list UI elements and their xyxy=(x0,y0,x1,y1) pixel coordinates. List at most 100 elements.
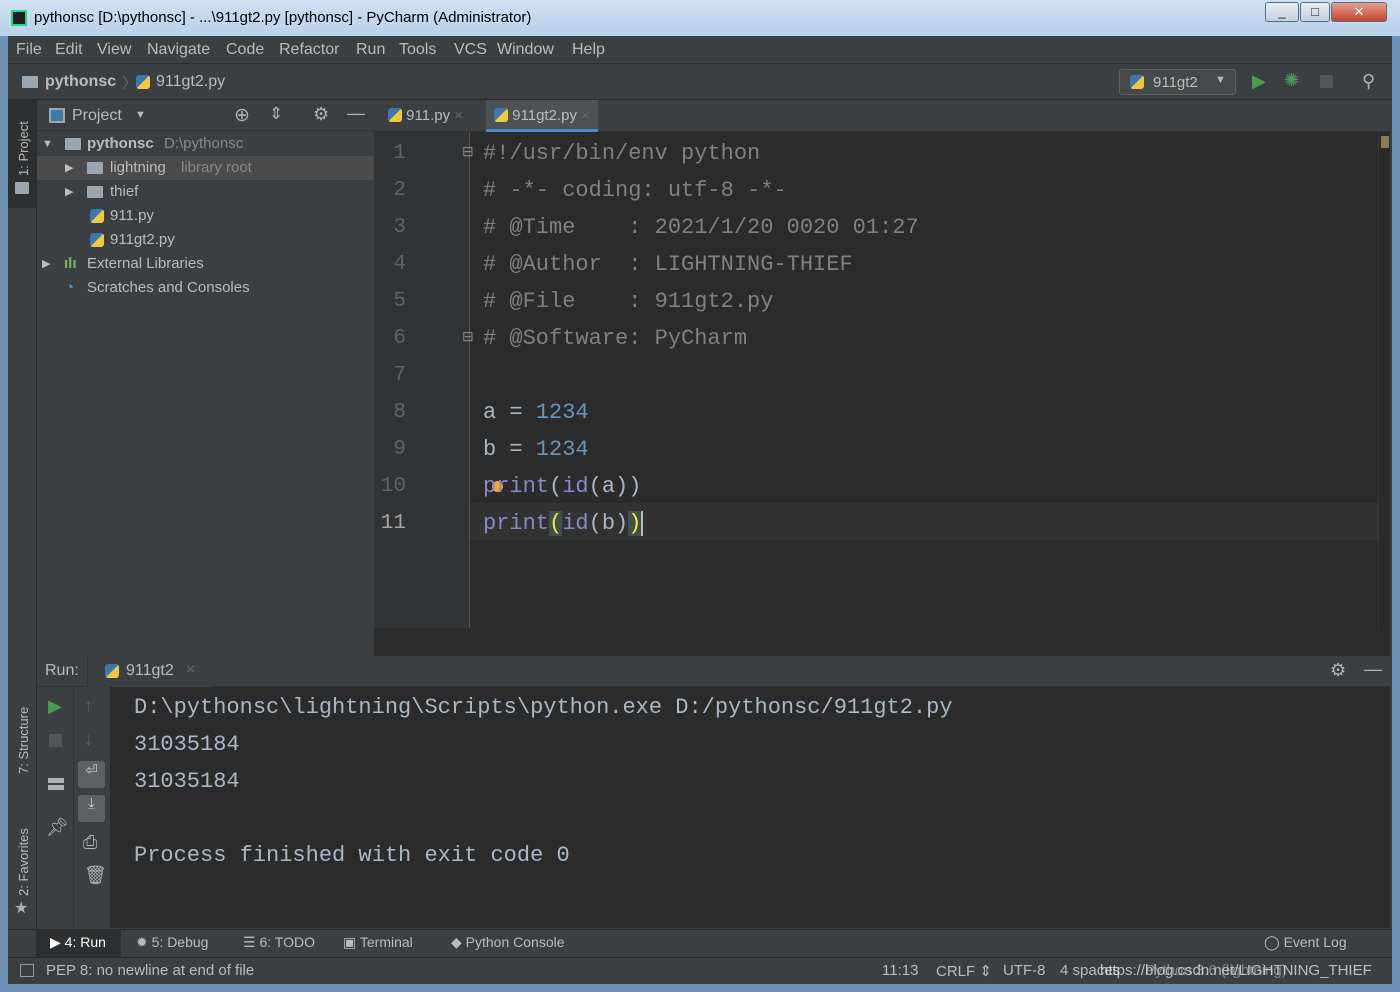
favorites-tool-tab[interactable]: 2: Favorites ★ xyxy=(8,820,36,920)
stop-button[interactable] xyxy=(49,734,62,747)
gear-icon[interactable]: ⚙ xyxy=(1330,660,1346,681)
project-tool-tab[interactable]: 1: Project xyxy=(8,100,36,208)
tool-tab-run[interactable]: ▶ 4: Run xyxy=(50,934,106,951)
line-separator-label: CRLF xyxy=(936,963,976,980)
tool-tab-todo[interactable]: ☰ 6: TODO xyxy=(243,934,315,951)
structure-tool-tab[interactable]: 7: Structure xyxy=(8,700,36,800)
menu-edit[interactable]: Edit xyxy=(55,41,83,59)
collapsed-arrow-icon[interactable]: ▶ xyxy=(65,156,73,180)
up-arrow-icon[interactable]: ↑ xyxy=(84,695,93,716)
menu-view[interactable]: View xyxy=(97,41,131,59)
collapsed-arrow-icon[interactable]: ▶ xyxy=(65,180,73,204)
close-window-button[interactable]: ✕ xyxy=(1331,2,1387,22)
menu-help[interactable]: Help xyxy=(572,41,605,59)
tool-tab-python-console[interactable]: ◆ Python Console xyxy=(451,934,565,951)
scroll-to-end-toggle[interactable]: ⤓ xyxy=(78,795,105,822)
line-number: 7 xyxy=(393,364,406,387)
token: id xyxy=(562,511,589,536)
trash-icon[interactable]: 🗑︎ xyxy=(84,865,107,886)
print-icon[interactable]: ⎙ xyxy=(83,832,97,853)
tree-label: lightning xyxy=(110,159,166,176)
console-line: 31035184 xyxy=(134,732,240,757)
line-number: 4 xyxy=(393,253,406,276)
code-line: a = 1234 xyxy=(483,394,589,431)
collapse-all-icon[interactable]: ⇕ xyxy=(269,104,283,124)
tree-item-911py[interactable]: 911.py xyxy=(37,204,374,228)
fold-marker-icon[interactable]: ⊟ xyxy=(462,143,474,160)
collapsed-arrow-icon[interactable]: ▶ xyxy=(42,252,50,276)
menu-code[interactable]: Code xyxy=(226,41,264,59)
soft-wrap-toggle[interactable]: ⏎ xyxy=(78,761,105,788)
token: = xyxy=(496,400,536,425)
menu-run[interactable]: Run xyxy=(356,41,385,59)
search-button[interactable]: ⚲ xyxy=(1362,71,1375,92)
event-log-button[interactable]: ◯ Event Log xyxy=(1264,934,1347,951)
run-config-dropdown[interactable]: 911gt2 ▼ xyxy=(1119,69,1236,95)
python-file-icon xyxy=(388,108,402,122)
menu-vcs[interactable]: VCS xyxy=(454,41,487,59)
rerun-button[interactable]: ▶ xyxy=(48,696,62,717)
tree-item-lightning[interactable]: ▶ lightning library root xyxy=(37,156,374,180)
toggle-tool-windows-icon[interactable] xyxy=(20,964,34,977)
close-tab-icon[interactable]: × xyxy=(454,107,463,124)
status-message: PEP 8: no newline at end of file xyxy=(46,962,255,979)
code-line: print(id(b)) xyxy=(483,505,644,542)
caret-position[interactable]: 11:13 xyxy=(882,962,918,979)
tree-item-external-libraries[interactable]: ▶ ılı External Libraries xyxy=(37,252,374,276)
hide-panel-icon[interactable]: — xyxy=(347,103,365,124)
down-arrow-icon[interactable]: ↓ xyxy=(84,729,93,750)
run-button[interactable]: ▶ xyxy=(1252,71,1266,92)
tree-label: pythonsc xyxy=(87,135,154,152)
locate-file-icon[interactable]: ⊕ xyxy=(234,104,250,127)
editor-scrollbar[interactable] xyxy=(1378,132,1390,628)
gear-icon[interactable]: ⚙ xyxy=(313,104,329,125)
tab-911py[interactable]: 911.py × xyxy=(380,100,471,132)
structure-tab-label: 7: Structure xyxy=(16,706,31,774)
minimize-button[interactable]: _ xyxy=(1265,2,1299,22)
tree-item-scratches[interactable]: ◔ Scratches and Consoles xyxy=(37,276,374,300)
menu-file[interactable]: File xyxy=(16,41,42,59)
tree-item-911gt2py[interactable]: 911gt2.py xyxy=(37,228,374,252)
menu-navigate[interactable]: Navigate xyxy=(147,41,210,59)
favorites-tab-label: 2: Favorites xyxy=(16,828,31,896)
tree-item-pythonsc[interactable]: ▼ pythonsc D:\pythonsc xyxy=(37,132,374,156)
debug-button[interactable]: ✺ xyxy=(1284,70,1299,91)
tool-tab-label: 5: Debug xyxy=(151,934,209,950)
tool-tab-debug[interactable]: ✹ 5: Debug xyxy=(136,934,208,951)
tool-tab-label: 4: Run xyxy=(64,934,106,950)
stop-button[interactable] xyxy=(1320,75,1333,88)
tree-label: 911gt2.py xyxy=(110,231,175,248)
token: a xyxy=(483,400,497,425)
menu-refactor[interactable]: Refactor xyxy=(279,41,339,59)
hide-panel-icon[interactable]: — xyxy=(1364,659,1382,680)
token: = xyxy=(496,437,536,462)
restore-layout-icon[interactable] xyxy=(48,778,64,790)
menu-window[interactable]: Window xyxy=(497,41,554,59)
code-line: # @Software: PyCharm xyxy=(483,326,748,351)
tab-911gt2py[interactable]: 911gt2.py × xyxy=(486,100,598,132)
expanded-arrow-icon[interactable]: ▼ xyxy=(42,132,53,156)
run-tab-911gt2[interactable]: 911gt2 × xyxy=(87,656,212,687)
tree-label: External Libraries xyxy=(87,255,204,272)
inspection-indicator[interactable] xyxy=(1381,136,1389,148)
maximize-button[interactable]: □ xyxy=(1300,2,1330,22)
close-tab-icon[interactable]: × xyxy=(581,107,590,124)
pin-icon[interactable]: 📌︎ xyxy=(46,817,69,838)
navigation-bar: pythonsc 〉 911gt2.py 911gt2 ▼ ▶ ✺ ⚲ xyxy=(8,65,1392,100)
close-tab-icon[interactable]: × xyxy=(186,661,195,679)
title-bar: pythonsc [D:\pythonsc] - ...\911gt2.py [… xyxy=(0,0,1400,36)
token: 1234 xyxy=(535,437,589,462)
project-view-selector[interactable]: Project xyxy=(72,107,122,125)
line-separator[interactable]: CRLF ⇕ xyxy=(936,962,992,980)
menu-tools[interactable]: Tools xyxy=(399,41,436,59)
file-encoding[interactable]: UTF-8 xyxy=(1003,962,1046,979)
chevron-down-icon[interactable]: ▼ xyxy=(135,109,146,121)
tree-label: 911.py xyxy=(110,207,154,224)
breadcrumb-file[interactable]: 911gt2.py xyxy=(156,73,225,91)
tree-item-thief[interactable]: ▶ thief xyxy=(37,180,374,204)
breadcrumb-project[interactable]: pythonsc xyxy=(45,73,116,91)
fold-marker-icon[interactable]: ⊟ xyxy=(462,328,474,345)
token: b xyxy=(483,437,497,462)
tool-tab-terminal[interactable]: ▣ Terminal xyxy=(343,934,413,951)
line-number: 10 xyxy=(380,475,406,498)
